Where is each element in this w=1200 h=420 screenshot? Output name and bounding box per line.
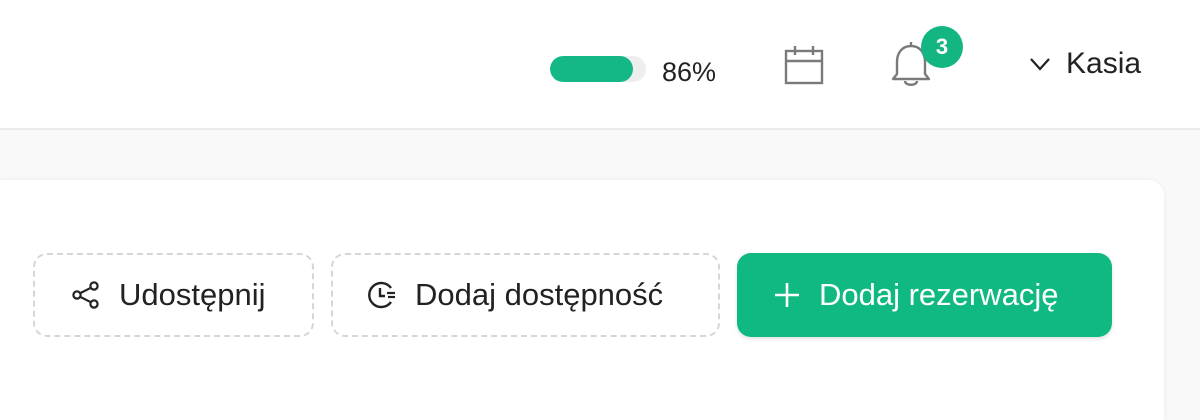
calendar-button[interactable] bbox=[782, 44, 826, 88]
progress-track bbox=[550, 56, 646, 82]
clock-add-icon bbox=[365, 279, 397, 311]
top-header-bar: 86% 3 Kasia bbox=[0, 0, 1200, 130]
add-availability-button-label: Dodaj dostępność bbox=[415, 277, 664, 312]
progress-percent-label: 86% bbox=[662, 57, 717, 87]
progress-indicator bbox=[550, 56, 646, 82]
plus-icon bbox=[773, 281, 801, 309]
progress-fill bbox=[550, 56, 633, 82]
notification-count-badge: 3 bbox=[921, 26, 963, 68]
user-menu[interactable]: Kasia bbox=[1028, 44, 1141, 84]
calendar-icon bbox=[784, 46, 824, 85]
add-reservation-button-label: Dodaj rezerwację bbox=[819, 277, 1059, 312]
add-availability-button[interactable]: Dodaj dostępność bbox=[331, 253, 720, 337]
share-button[interactable]: Udostępnij bbox=[33, 253, 314, 337]
share-button-label: Udostępnij bbox=[119, 277, 266, 312]
add-reservation-button[interactable]: Dodaj rezerwację bbox=[737, 253, 1112, 337]
user-name: Kasia bbox=[1066, 47, 1142, 80]
chevron-down-icon bbox=[1030, 58, 1050, 71]
share-icon bbox=[71, 280, 101, 310]
